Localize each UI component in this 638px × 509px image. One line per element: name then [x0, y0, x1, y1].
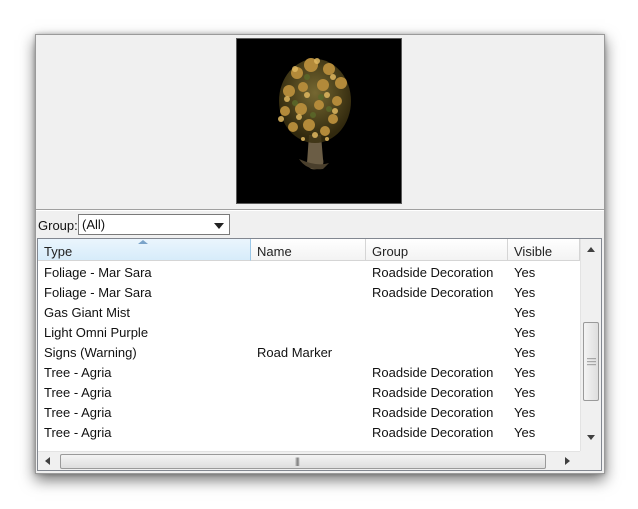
grip-icon: — — —: [587, 353, 596, 369]
cell-type: Tree - Agria: [44, 365, 112, 380]
scroll-left-icon[interactable]: [45, 457, 50, 465]
vertical-scrollbar[interactable]: — — —: [580, 239, 601, 451]
table-row[interactable]: Gas Giant Mist Yes: [38, 303, 580, 323]
column-header-visible[interactable]: Visible: [508, 239, 580, 261]
cell-group: Roadside Decoration: [372, 265, 494, 280]
cell-visible: Yes: [514, 365, 536, 380]
scroll-up-icon[interactable]: [587, 247, 595, 252]
table-row[interactable]: Light Omni Purple Yes: [38, 323, 580, 343]
table-row[interactable]: Tree - Agria Roadside Decoration Yes: [38, 403, 580, 423]
cell-type: Tree - Agria: [44, 405, 112, 420]
cell-group: Roadside Decoration: [372, 365, 494, 380]
tree-preview-image: [236, 38, 402, 204]
horizontal-scroll-thumb[interactable]: |||: [60, 454, 546, 469]
cell-type: Tree - Agria: [44, 385, 112, 400]
cell-visible: Yes: [514, 405, 536, 420]
table-row[interactable]: Signs (Warning) Road Marker Yes: [38, 343, 580, 363]
table-row[interactable]: Tree - Agria Roadside Decoration Yes: [38, 423, 580, 443]
cell-type: Signs (Warning): [44, 345, 137, 360]
column-header-type[interactable]: Type: [38, 239, 251, 261]
cell-name: Road Marker: [257, 345, 333, 360]
cell-group: Roadside Decoration: [372, 285, 494, 300]
table-row[interactable]: Foliage - Mar Sara Roadside Decoration Y…: [38, 263, 580, 283]
group-dropdown[interactable]: (All): [78, 214, 230, 235]
column-header-label: Group: [372, 244, 409, 259]
grip-icon: |||: [295, 456, 300, 466]
grid-header: Type Name Group Visible: [38, 239, 580, 261]
cell-group: Roadside Decoration: [372, 425, 494, 440]
cell-visible: Yes: [514, 325, 536, 340]
object-grid: Type Name Group Visible Foliage - Mar Sa…: [37, 238, 602, 471]
column-header-label: Name: [257, 244, 292, 259]
cell-type: Foliage - Mar Sara: [44, 265, 152, 280]
cell-type: Gas Giant Mist: [44, 305, 130, 320]
cell-visible: Yes: [514, 385, 536, 400]
sort-ascending-icon: [138, 240, 148, 244]
cell-type: Light Omni Purple: [44, 325, 149, 340]
table-row[interactable]: Tree - Agria Roadside Decoration Yes: [38, 363, 580, 383]
cell-visible: Yes: [514, 305, 536, 320]
object-browser-window: Group: (All) Type Name Group Visible Fol…: [35, 34, 605, 474]
column-header-label: Visible: [514, 244, 553, 259]
chevron-down-icon[interactable]: [214, 223, 224, 229]
group-dropdown-value: (All): [82, 217, 106, 232]
group-label: Group:: [38, 218, 78, 233]
cell-group: Roadside Decoration: [372, 385, 494, 400]
column-header-group[interactable]: Group: [366, 239, 508, 261]
table-row[interactable]: [38, 443, 580, 449]
scroll-right-icon[interactable]: [565, 457, 570, 465]
scrollbar-corner: [580, 451, 601, 470]
scroll-down-icon[interactable]: [587, 435, 595, 440]
cell-visible: Yes: [514, 285, 536, 300]
horizontal-scrollbar[interactable]: |||: [38, 451, 580, 470]
group-filter-row: Group: (All): [36, 213, 604, 237]
preview-pane: [36, 35, 604, 209]
grid-body: Foliage - Mar Sara Roadside Decoration Y…: [38, 263, 580, 449]
table-row[interactable]: Tree - Agria Roadside Decoration Yes: [38, 383, 580, 403]
cell-visible: Yes: [514, 345, 536, 360]
table-row[interactable]: Foliage - Mar Sara Roadside Decoration Y…: [38, 283, 580, 303]
pane-splitter[interactable]: [36, 209, 604, 211]
cell-type: Foliage - Mar Sara: [44, 285, 152, 300]
cell-visible: Yes: [514, 425, 536, 440]
vertical-scroll-thumb[interactable]: — — —: [583, 322, 599, 401]
cell-type: Tree - Agria: [44, 425, 112, 440]
cell-visible: Yes: [514, 265, 536, 280]
column-header-name[interactable]: Name: [251, 239, 366, 261]
cell-group: Roadside Decoration: [372, 405, 494, 420]
column-header-label: Type: [44, 244, 73, 259]
